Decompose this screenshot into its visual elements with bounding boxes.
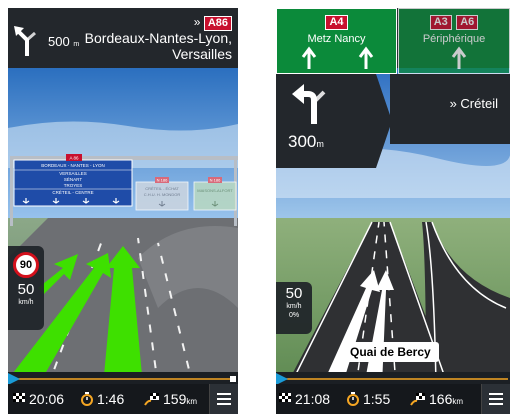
gantry-main-line: CRÉTEIL - CENTRE xyxy=(52,189,93,195)
menu-button[interactable] xyxy=(481,384,510,414)
eta: 20:06 xyxy=(12,391,64,407)
current-speed: 50 xyxy=(17,281,35,298)
eta-value: 20:06 xyxy=(29,391,65,407)
junction-view-3d: A 86 BORDEAUX - NANTES - LYON VERSAILLES… xyxy=(8,68,238,386)
gantry-right-line: MAISONS-ALFORT xyxy=(197,188,233,193)
gantry-main-line: VERSAILLES xyxy=(59,171,87,176)
speed-panel: 50 km/h 0% xyxy=(276,282,312,334)
gantry-main-line: SÉNART xyxy=(64,176,82,182)
maneuver-card[interactable]: 300m xyxy=(276,74,372,168)
gantry-main-badge: A 86 xyxy=(69,156,79,161)
gantry-right-badge: N 186 xyxy=(210,178,221,183)
gantry-mid-line: CRÉTEIL - ÉCHAT xyxy=(145,186,179,191)
sign-destination: Périphérique xyxy=(422,33,486,45)
sign-road-badge: A4 xyxy=(325,15,348,30)
straight-arrows-icon xyxy=(301,46,374,69)
trip-info-bar[interactable]: 21:08 1:55 166km xyxy=(276,384,510,414)
maneuver-top-bar[interactable]: 500 m » A86 Bordeaux-Nantes-Lyon, Versai… xyxy=(8,8,238,68)
finish-flag-icon xyxy=(13,393,25,402)
finish-flag-icon xyxy=(279,393,291,402)
speed-unit: km/h xyxy=(286,303,302,310)
speed-panel: 90 50 km/h xyxy=(8,246,44,330)
maneuver-distance-unit: m xyxy=(316,139,324,149)
road-badge: A86 xyxy=(203,16,232,31)
current-street-label: Quai de Bercy xyxy=(342,342,439,362)
remaining-time-value: 1:55 xyxy=(363,391,391,407)
distance-unit: km xyxy=(186,397,198,406)
via-destination: » Créteil xyxy=(449,96,498,111)
maneuver-card-chevron xyxy=(372,74,392,168)
hamburger-icon-bar xyxy=(217,393,231,395)
straight-arrow-icon xyxy=(451,46,467,69)
distance-unit: km xyxy=(452,397,464,406)
route-distance-icon xyxy=(144,393,159,406)
gantry-main-line: BORDEAUX - NANTES - LYON xyxy=(41,163,104,168)
sign-road-badge: A6 xyxy=(456,15,479,30)
remaining-distance-value: 166 xyxy=(429,391,453,407)
remaining-distance: 159km xyxy=(144,391,197,410)
nav-screen-left: A 86 BORDEAUX - NANTES - LYON VERSAILLES… xyxy=(8,8,238,414)
remaining-time: 1:46 xyxy=(80,391,124,407)
route-distance-icon xyxy=(410,393,425,406)
hamburger-icon-bar xyxy=(489,393,503,395)
maneuver-distance: 300m xyxy=(288,132,324,152)
via-road: » A86 xyxy=(194,15,232,31)
maneuver-distance-value: 300 xyxy=(288,132,317,151)
gantry-mid-line: C.H.U. H. MONDOR xyxy=(144,192,181,197)
speed-percent: 0% xyxy=(288,312,300,319)
speed-unit: km/h xyxy=(18,299,34,306)
hamburger-icon-bar xyxy=(489,403,503,405)
hamburger-icon-bar xyxy=(489,398,503,400)
sign-road-badge: A3 xyxy=(429,15,452,30)
sign-destination: Metz Nancy xyxy=(307,33,366,45)
remaining-distance-value: 159 xyxy=(163,391,187,407)
direction-sign-inactive: A3 A6 Périphérique xyxy=(398,8,510,74)
trip-info-bar[interactable]: 20:06 1:46 159km xyxy=(8,384,238,414)
finish-flag-icon xyxy=(230,376,236,382)
stopwatch-icon xyxy=(347,392,359,406)
destination-label: Bordeaux-Nantes-Lyon, Versailles xyxy=(84,30,232,62)
via-prefix: » xyxy=(193,15,201,29)
eta: 21:08 xyxy=(278,391,330,407)
nav-screen-right: A4 Metz Nancy A3 A6 Périphérique 300m » … xyxy=(276,8,510,414)
gantry-mid-badge: N 186 xyxy=(157,178,168,183)
remaining-distance: 166km xyxy=(410,391,463,410)
hamburger-icon-bar xyxy=(217,403,231,405)
stopwatch-icon xyxy=(81,392,93,406)
menu-button[interactable] xyxy=(209,384,238,414)
turn-left-icon xyxy=(292,84,326,124)
eta-value: 21:08 xyxy=(295,391,331,407)
direction-sign-active: A4 Metz Nancy xyxy=(276,8,397,74)
route-progress-bar xyxy=(276,372,510,385)
gantry-main-line: TROYES xyxy=(64,183,83,188)
route-progress-bar xyxy=(8,372,238,385)
speed-limit-sign: 90 xyxy=(13,252,39,278)
current-speed: 50 xyxy=(285,285,303,302)
hamburger-icon-bar xyxy=(217,398,231,400)
remaining-time: 1:55 xyxy=(346,391,390,407)
remaining-time-value: 1:46 xyxy=(97,391,125,407)
